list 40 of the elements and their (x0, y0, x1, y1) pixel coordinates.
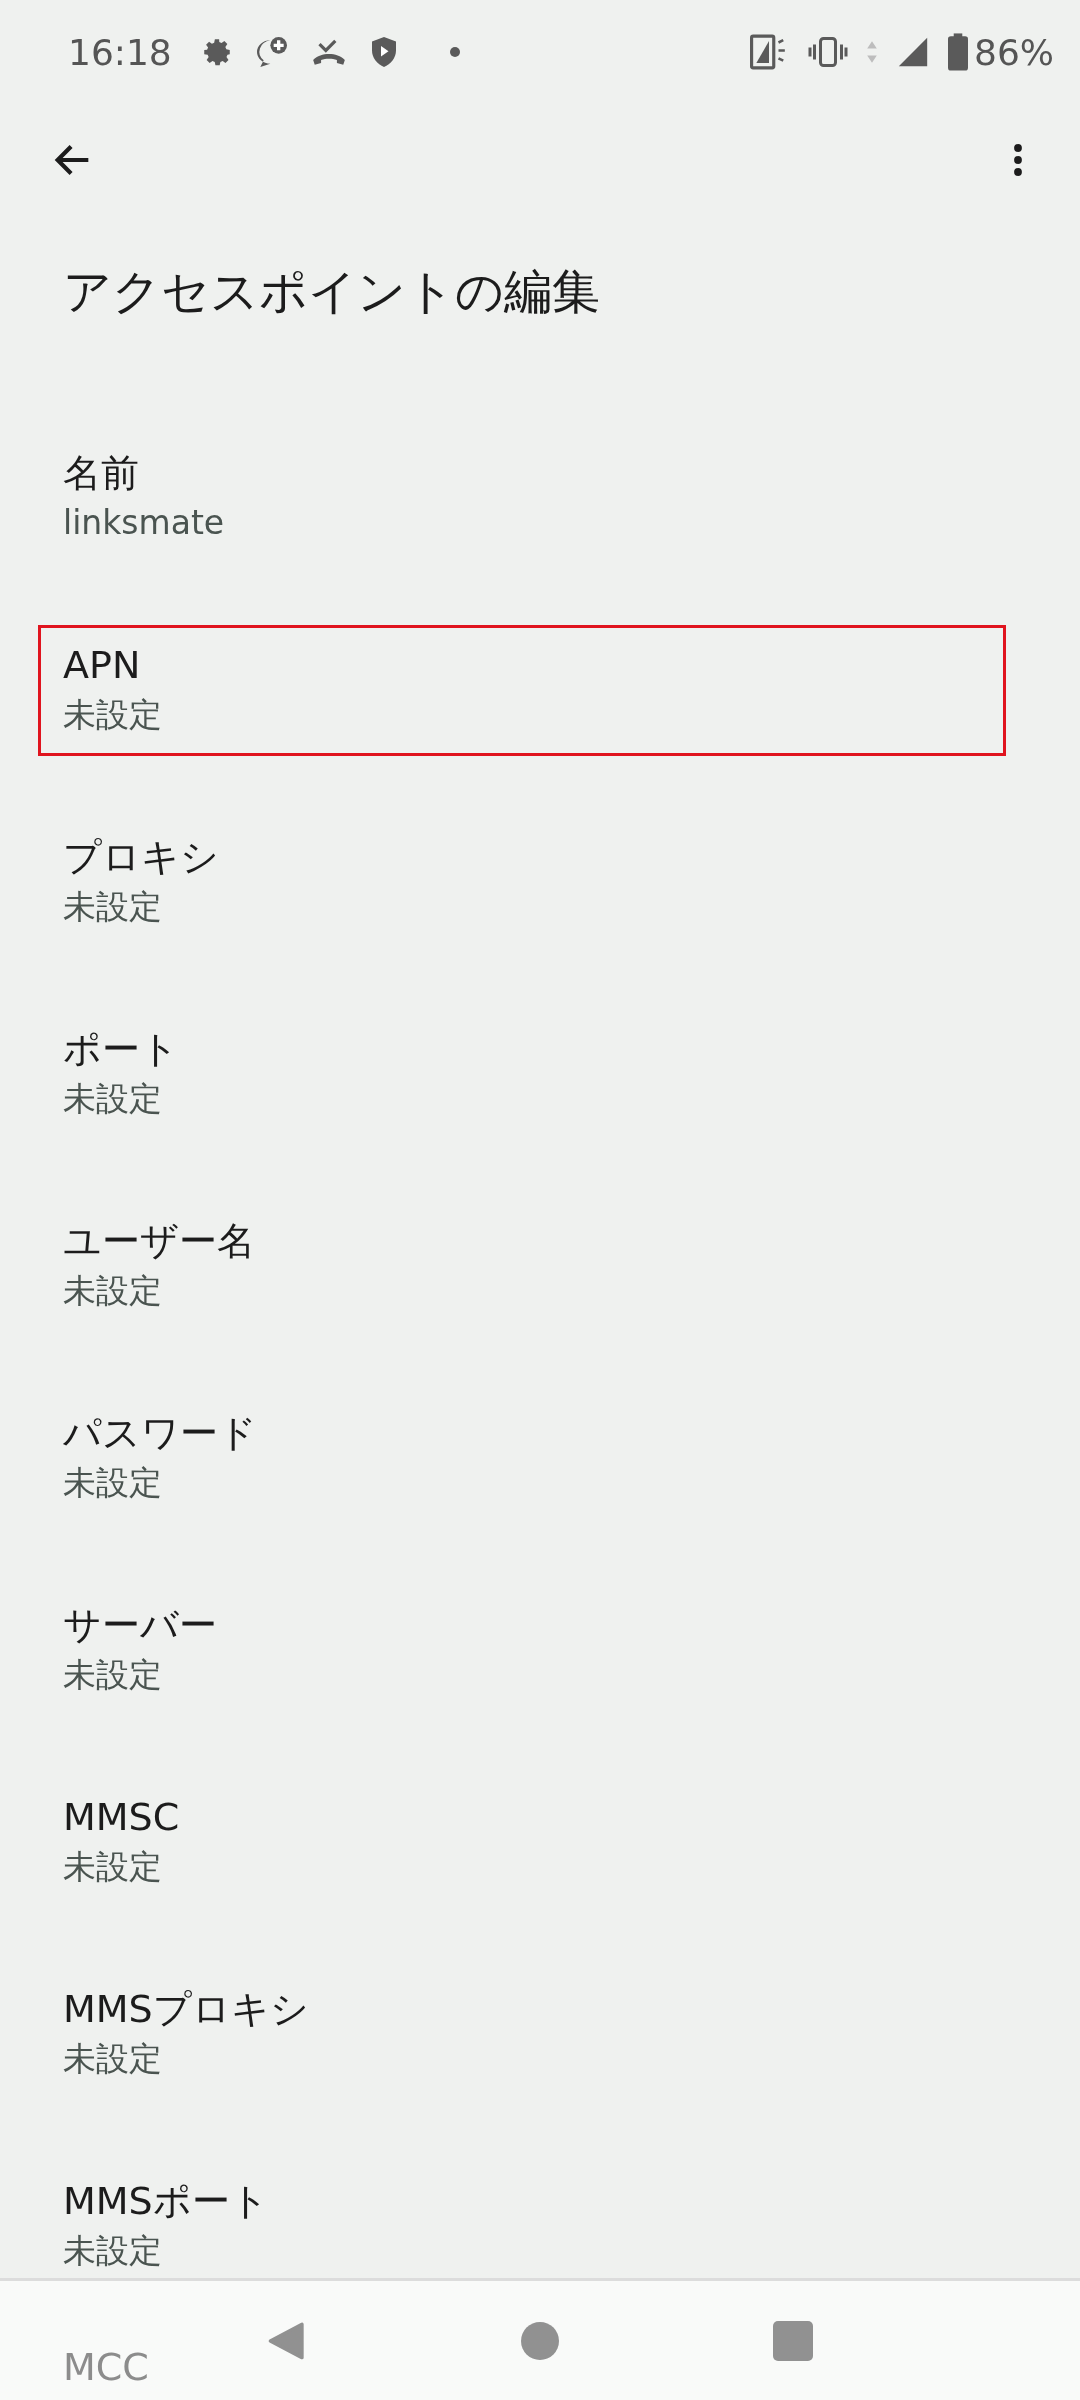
dot-icon (449, 47, 460, 57)
preference-summary: 未設定 (63, 1846, 163, 1888)
preference-title: MMSポート (63, 2178, 269, 2225)
preference-item[interactable]: パスワード 未設定 (0, 1407, 1080, 1507)
battery-percent: 86% (974, 31, 1054, 73)
preference-summary: 未設定 (63, 694, 163, 736)
vibrate-icon (808, 34, 848, 70)
preference-summary: linksmate (63, 502, 226, 544)
preference-item[interactable]: 名前 linksmate (0, 447, 1080, 547)
preference-title: ユーザー名 (63, 1218, 255, 1265)
preference-title: 名前 (63, 450, 139, 497)
preference-summary: 未設定 (63, 2038, 163, 2080)
preference-summary: 未設定 (63, 886, 163, 928)
preference-summary: 未設定 (63, 2230, 163, 2272)
preference-title: パスワード (63, 1410, 257, 1457)
preference-summary: 未設定 (63, 1654, 163, 1696)
signal-icon (896, 35, 930, 69)
preference-item[interactable]: ポート 未設定 (0, 1023, 1080, 1123)
preference-item[interactable]: サーバー 未設定 (0, 1599, 1080, 1699)
preference-title: MMSC (63, 1794, 180, 1841)
preference-item[interactable]: MMSプロキシ 未設定 (0, 1983, 1080, 2083)
preference-item[interactable]: ユーザー名 未設定 (0, 1215, 1080, 1315)
preference-summary: 未設定 (63, 1462, 163, 1504)
home-icon[interactable] (521, 2321, 559, 2360)
recents-icon[interactable] (773, 2320, 813, 2361)
preference-item[interactable]: MMSポート 未設定 (0, 2175, 1080, 2275)
preference-summary: 未設定 (63, 1078, 163, 1120)
preference-title: MMSプロキシ (63, 1986, 309, 2033)
preference-title: プロキシ (63, 834, 219, 881)
preference-item[interactable]: プロキシ 未設定 (0, 831, 1080, 931)
preference-title: MCC (63, 2344, 149, 2391)
preference-item[interactable]: MMSC 未設定 (0, 1791, 1080, 1891)
page-title: アクセスポイントの編集 (62, 262, 601, 321)
preference-title: サーバー (63, 1602, 217, 1649)
preference-title: APN (63, 642, 141, 689)
preference-item[interactable]: APN 未設定 (0, 625, 1080, 756)
preference-summary: 未設定 (63, 1270, 163, 1312)
preference-title: ポート (63, 1026, 179, 1073)
status-time: 16:18 (68, 31, 172, 73)
battery-icon (948, 33, 968, 71)
